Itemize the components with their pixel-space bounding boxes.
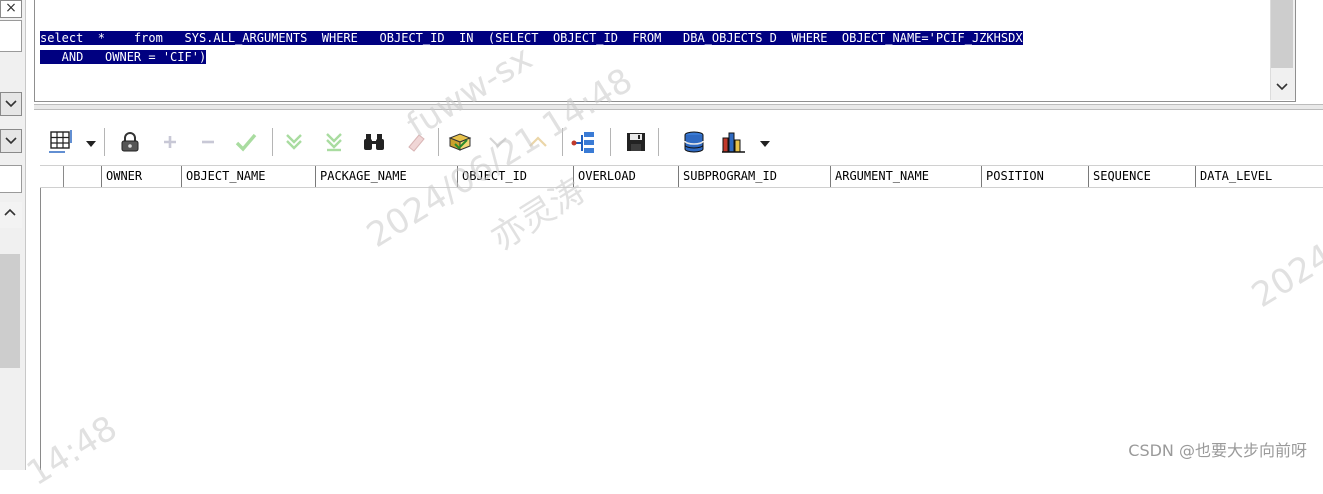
query-database-button[interactable] <box>680 128 708 156</box>
grid-body[interactable] <box>40 188 1323 470</box>
filter-down-button[interactable] <box>484 128 512 156</box>
filter-up-button[interactable] <box>524 128 552 156</box>
column-header-overload[interactable]: OVERLOAD <box>573 166 678 187</box>
grid-select-button[interactable] <box>46 128 74 156</box>
minus-icon <box>202 140 214 144</box>
editor-scrollbar[interactable] <box>1270 0 1295 100</box>
binoculars-icon <box>364 134 384 150</box>
caret-down-icon[interactable] <box>760 140 770 148</box>
lock-icon <box>121 132 139 152</box>
database-icon <box>684 131 704 153</box>
filter-up-icon <box>529 136 547 147</box>
caret-down-icon[interactable] <box>86 140 96 148</box>
toolbar-separator <box>104 128 105 156</box>
chevron-down-icon <box>5 100 17 108</box>
scroll-up-button[interactable] <box>0 202 22 228</box>
export-icon <box>448 133 472 151</box>
delete-record-button[interactable] <box>194 128 222 156</box>
insert-record-button[interactable] <box>156 128 184 156</box>
check-icon <box>235 133 257 152</box>
column-header-data-level[interactable]: DATA_LEVEL <box>1195 166 1319 187</box>
left-scrollbar-thumb[interactable] <box>0 254 20 368</box>
csdn-attribution: CSDN @也要大步向前呀 <box>1128 441 1307 460</box>
row-indicator-header <box>40 166 64 187</box>
plus-icon <box>164 136 176 148</box>
eraser-icon <box>408 134 425 152</box>
chevron-down-icon <box>5 137 17 145</box>
left-panel: × <box>0 0 26 470</box>
arrow-down-last-icon <box>326 133 342 152</box>
result-toolbar <box>40 122 1323 164</box>
tree-icon <box>571 132 594 153</box>
column-header-sequence[interactable]: SEQUENCE <box>1088 166 1195 187</box>
arrow-down-icon <box>286 134 302 150</box>
grid-header: OWNER OBJECT_NAME PACKAGE_NAME OBJECT_ID… <box>40 165 1323 188</box>
column-header-object-name[interactable]: OBJECT_NAME <box>181 166 315 187</box>
sql-line-1: select * from SYS.ALL_ARGUMENTS WHERE OB… <box>40 31 1023 45</box>
post-changes-button[interactable] <box>232 128 260 156</box>
left-field-1[interactable] <box>0 20 22 52</box>
last-page-button[interactable] <box>320 128 348 156</box>
toolbar-separator <box>610 128 611 156</box>
bar-chart-icon <box>722 132 745 153</box>
column-header-subprogram-id[interactable]: SUBPROGRAM_ID <box>678 166 830 187</box>
column-header-position[interactable]: POSITION <box>981 166 1088 187</box>
row-number-header <box>64 166 100 187</box>
sql-editor[interactable]: select * from SYS.ALL_ARGUMENTS WHERE OB… <box>34 0 1296 102</box>
left-field-2[interactable] <box>0 165 22 193</box>
save-button[interactable] <box>622 128 650 156</box>
splitter[interactable] <box>34 104 1323 110</box>
clear-button[interactable] <box>402 128 430 156</box>
close-button[interactable]: × <box>0 0 22 18</box>
editor-scrollbar-thumb[interactable] <box>1271 0 1293 68</box>
left-dropdown-2[interactable] <box>0 129 22 153</box>
tree-view-button[interactable] <box>570 128 598 156</box>
column-header-argument-name[interactable]: ARGUMENT_NAME <box>830 166 981 187</box>
next-page-button[interactable] <box>280 128 308 156</box>
sql-line-2: AND OWNER = 'CIF') <box>40 50 207 64</box>
chevron-up-icon <box>4 208 16 216</box>
sql-text: select * from SYS.ALL_ARGUMENTS WHERE OB… <box>40 29 1023 67</box>
lock-button[interactable] <box>116 128 144 156</box>
column-header-object-id[interactable]: OBJECT_ID <box>457 166 573 187</box>
column-header-package-name[interactable]: PACKAGE_NAME <box>315 166 457 187</box>
grid-select-icon <box>49 130 72 153</box>
toolbar-separator <box>658 128 659 156</box>
save-icon <box>627 133 645 151</box>
find-button[interactable] <box>360 128 388 156</box>
filter-down-icon <box>489 137 507 148</box>
chevron-down-icon[interactable] <box>1276 82 1288 92</box>
toolbar-separator <box>272 128 273 156</box>
chart-button[interactable] <box>720 128 748 156</box>
export-button[interactable] <box>446 128 474 156</box>
toolbar-separator <box>438 128 439 156</box>
column-header-owner[interactable]: OWNER <box>101 166 181 187</box>
left-dropdown-1[interactable] <box>0 92 22 116</box>
toolbar-separator <box>562 128 563 156</box>
